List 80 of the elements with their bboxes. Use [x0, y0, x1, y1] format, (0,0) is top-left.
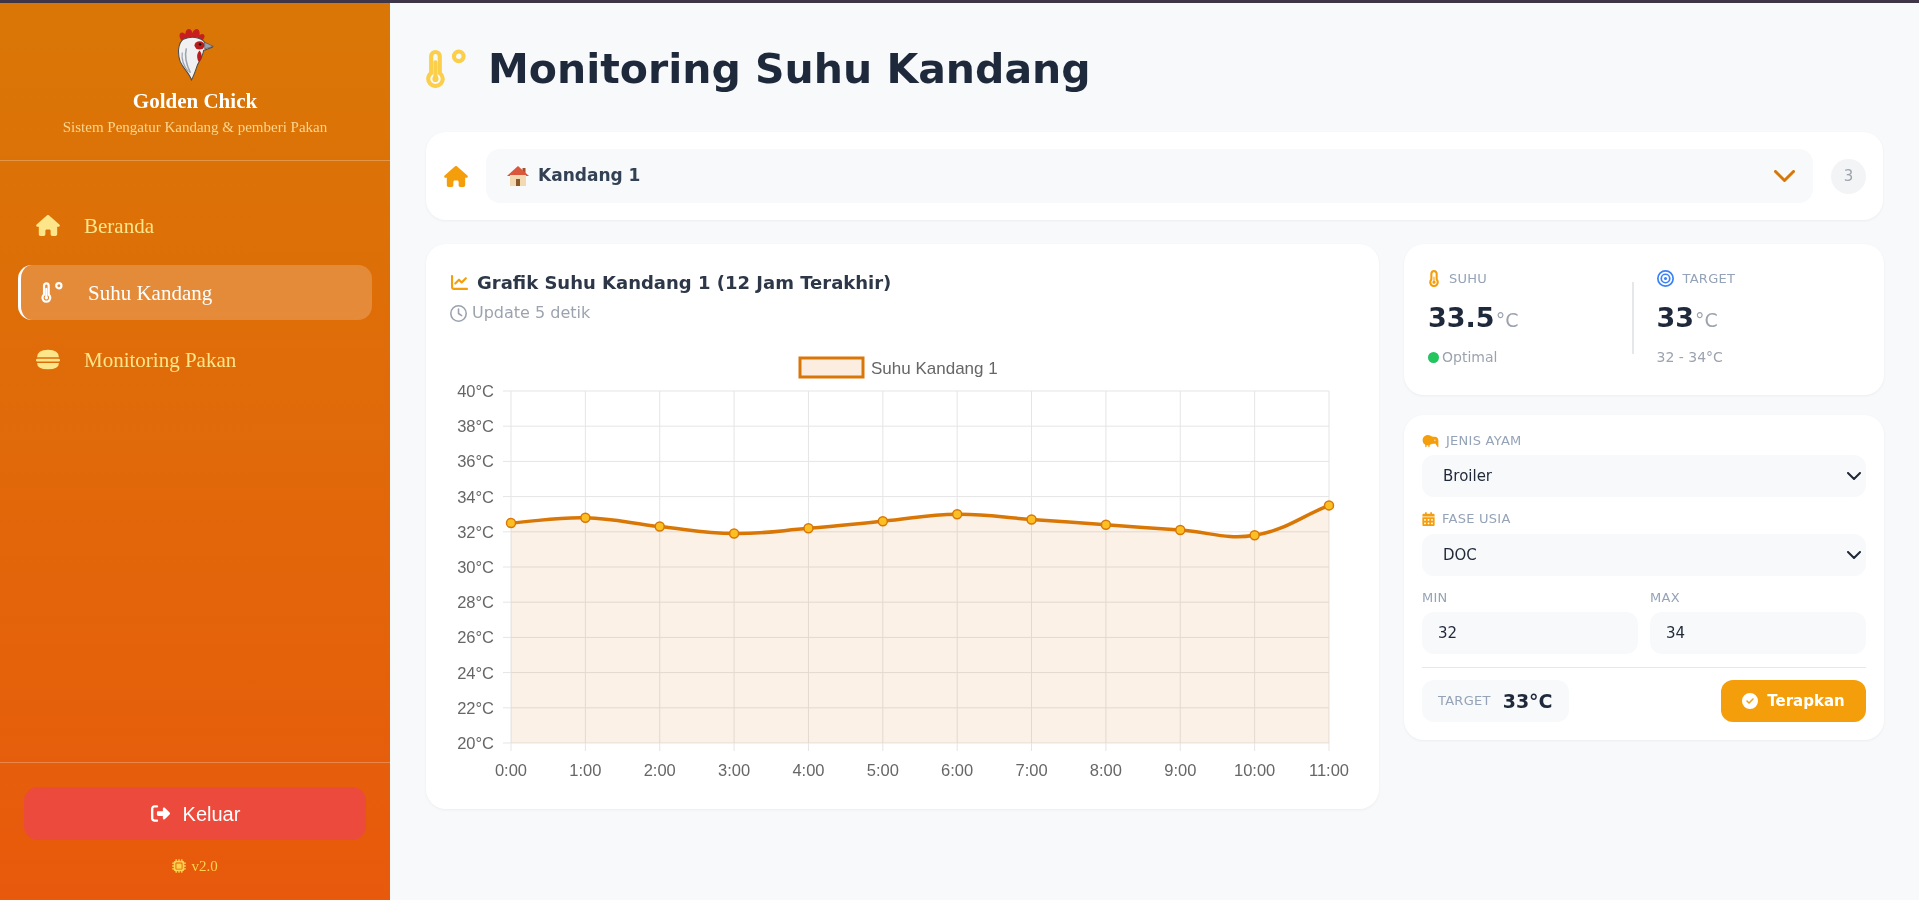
count-badge: 3: [1831, 158, 1866, 194]
burger-icon: [36, 349, 60, 370]
unit-label: °C: [1695, 308, 1718, 333]
thermometer-icon: [40, 282, 64, 303]
data-point: [1249, 530, 1260, 541]
number-input[interactable]: 32: [1422, 612, 1638, 654]
clock-icon: [450, 304, 467, 322]
axis-tick-label: 6:00: [941, 761, 974, 779]
brand-name: Golden Chick: [132, 89, 258, 113]
range-label: 32 - 34°C: [1656, 347, 1723, 367]
calendar-icon: [1422, 512, 1435, 526]
house-icon: [507, 166, 529, 186]
axis-tick-label: 3:00: [718, 761, 751, 779]
logout-button[interactable]: Keluar: [24, 787, 366, 840]
data-point: [1323, 500, 1335, 511]
target-icon: [1656, 270, 1674, 287]
data-point: [1175, 524, 1186, 536]
data-point: [951, 508, 963, 520]
unit-label: °C: [1495, 308, 1519, 333]
home-icon: [36, 215, 60, 236]
page-title: Monitoring Suhu Kandang: [488, 45, 1091, 93]
axis-tick-label: 22°C: [457, 698, 494, 717]
axis-tick-label: 8:00: [1089, 761, 1122, 779]
chevron-down-icon: [1847, 551, 1861, 559]
reading-value: 33.5: [1428, 301, 1495, 335]
axis-tick-label: 32°C: [457, 522, 494, 541]
reading-value: 33: [1656, 301, 1695, 335]
chart-title: Grafik Suhu Kandang 1 (12 Jam Terakhir): [477, 270, 892, 295]
axis-tick-label: 1:00: [569, 761, 602, 779]
reading-label: TARGET: [1682, 269, 1736, 288]
data-point: [580, 512, 591, 523]
chip-icon: [172, 859, 187, 873]
number-input[interactable]: 34: [1650, 612, 1866, 654]
axis-tick-label: 7:00: [1015, 761, 1048, 779]
data-point: [1026, 514, 1037, 525]
axis-tick-label: 10:00: [1234, 761, 1276, 779]
axis-tick-label: 9:00: [1164, 761, 1197, 779]
field-label: FASE USIA: [1442, 512, 1511, 526]
field-label: JENIS AYAM: [1446, 434, 1522, 448]
axis-tick-label: 4:00: [792, 761, 825, 779]
thermometer-icon: [1428, 270, 1440, 287]
axis-tick-label: 36°C: [457, 452, 494, 471]
legend-label: Suhu Kandang 1: [871, 358, 998, 378]
target-label: TARGET: [1438, 692, 1491, 711]
chevron-down-icon: [1847, 472, 1861, 480]
bird-icon: [1422, 434, 1439, 448]
data-point: [654, 521, 665, 532]
dropdown-select[interactable]: DOC: [1422, 534, 1866, 576]
axis-tick-label: 28°C: [457, 593, 494, 612]
reading-label: SUHU: [1449, 269, 1488, 288]
axis-tick-label: 38°C: [457, 417, 494, 436]
axis-tick-label: 20°C: [457, 734, 494, 752]
axis-tick-label: 34°C: [457, 487, 494, 506]
axis-tick-label: 0:00: [494, 761, 528, 779]
logout-icon: [149, 804, 171, 823]
field-label: MIN: [1422, 591, 1448, 605]
axis-tick-label: 2:00: [643, 761, 676, 779]
update-note: Update 5 detik: [472, 302, 591, 324]
data-point: [1100, 519, 1112, 530]
axis-tick-label: 24°C: [457, 663, 494, 682]
axis-tick-label: 30°C: [457, 558, 494, 576]
chart-line-icon: [450, 273, 469, 291]
field-label: MAX: [1650, 591, 1680, 605]
axis-tick-label: 5:00: [866, 761, 899, 779]
target-value: 33°C: [1502, 688, 1553, 714]
data-point: [803, 523, 814, 534]
axis-tick-label: 40°C: [457, 382, 494, 400]
axis-tick-label: 11:00: [1308, 761, 1350, 779]
axis-tick-label: 26°C: [457, 628, 494, 647]
home-icon: [444, 165, 468, 187]
data-point: [877, 516, 889, 527]
status-label: Optimal: [1442, 347, 1498, 367]
chevron-down-icon: [1774, 170, 1795, 182]
version-label: v2.0: [191, 857, 218, 875]
data-point: [728, 528, 740, 539]
coop-select[interactable]: Kandang 1: [486, 149, 1813, 203]
data-point: [505, 517, 517, 529]
legend-swatch-icon: [798, 356, 865, 379]
tagline: Sistem Pengatur Kandang & pemberi Pakan: [62, 118, 328, 136]
dropdown-select[interactable]: Broiler: [1422, 455, 1866, 497]
